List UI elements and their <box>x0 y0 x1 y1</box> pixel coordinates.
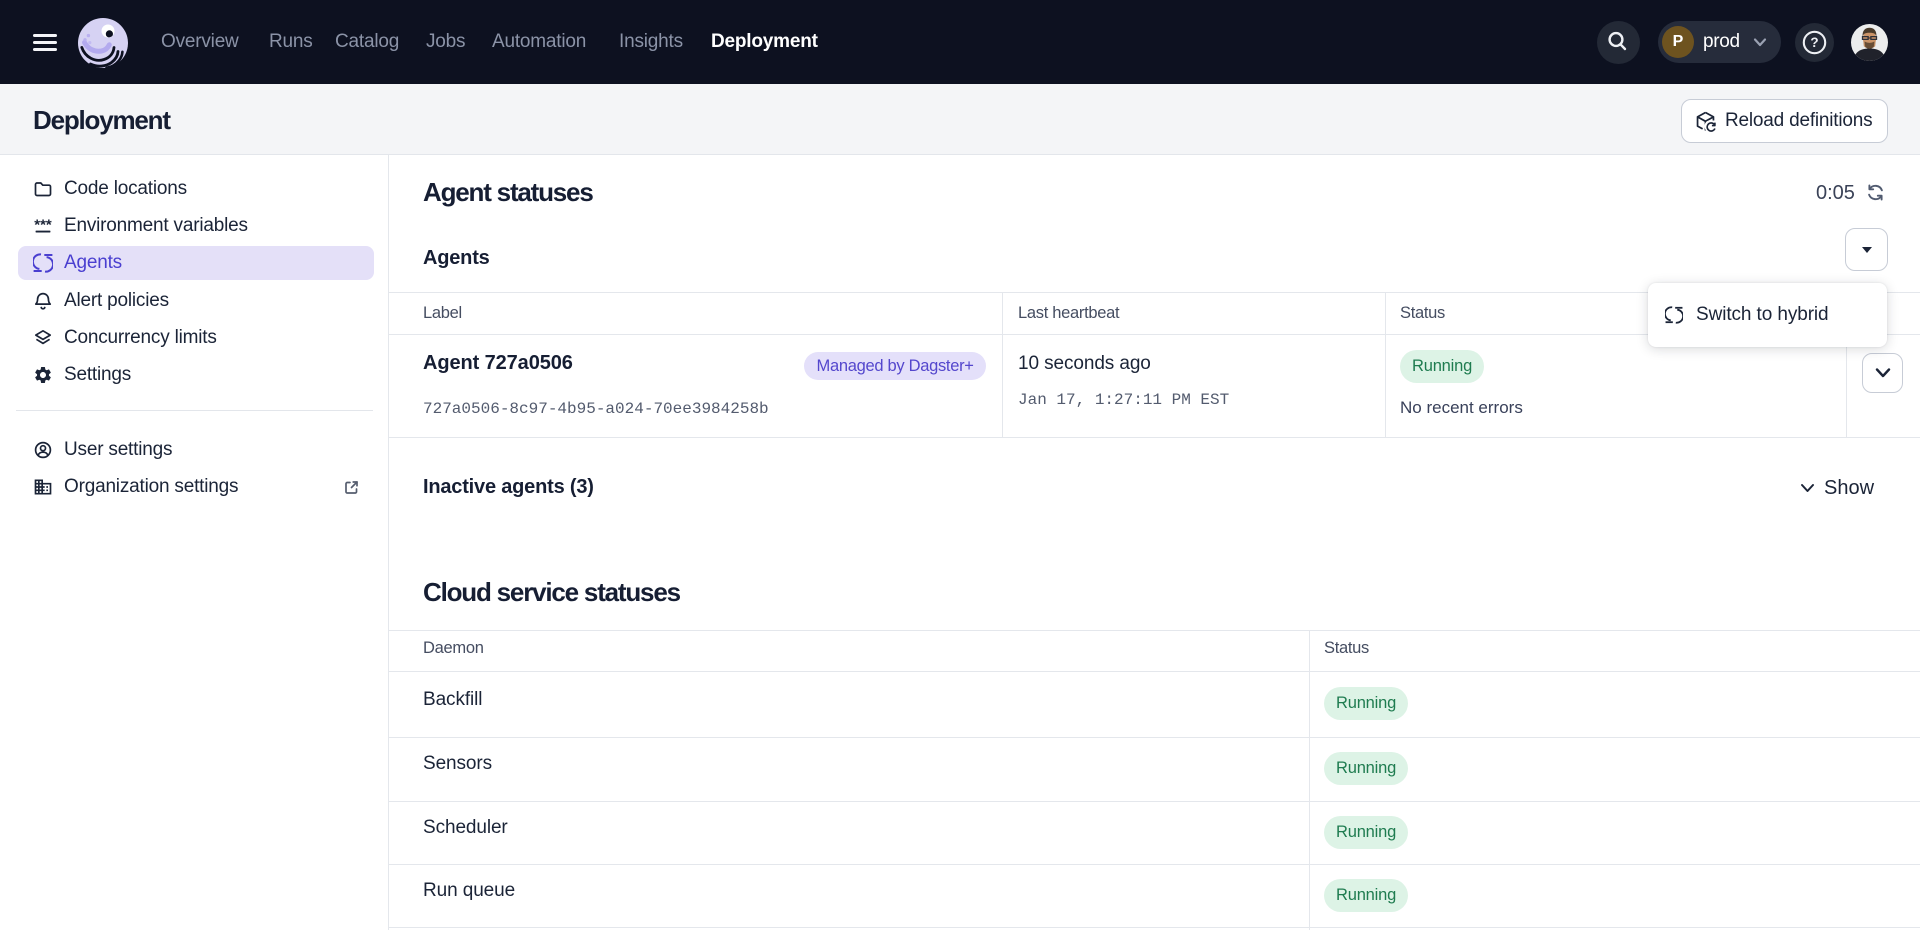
svg-text:?: ? <box>1810 35 1818 50</box>
